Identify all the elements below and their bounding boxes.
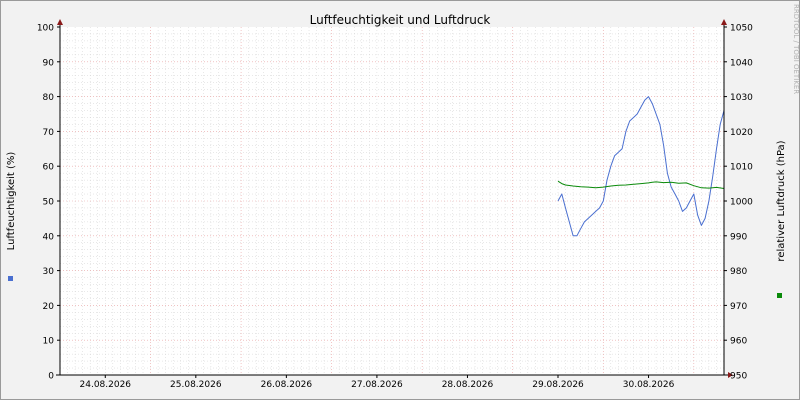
- x-tick-label: 29.08.2026: [532, 380, 584, 390]
- y2-tick-label: 950: [730, 372, 747, 382]
- y-tick-label: 50: [43, 198, 55, 208]
- y2-tick-label: 1020: [730, 128, 753, 138]
- x-tick-label: 28.08.2026: [442, 380, 494, 390]
- y-tick-label: 20: [43, 302, 55, 312]
- y2-tick-label: 960: [730, 337, 747, 347]
- y-tick-label: 30: [43, 267, 55, 277]
- y2-tick-label: 970: [730, 302, 747, 312]
- x-tick-label: 26.08.2026: [261, 380, 313, 390]
- humidity-pressure-chart: 24.08.2026 25.08.2026 26.08.2026 27.08.2026…: [0, 0, 800, 400]
- y2-tick-label: 1000: [730, 198, 753, 208]
- y-tick-label: 90: [43, 58, 55, 68]
- y-tick-label: 80: [43, 93, 55, 103]
- x-tick-label: 25.08.2026: [170, 380, 222, 390]
- x-tick-label: 30.08.2026: [623, 380, 675, 390]
- y2-tick-label: 990: [730, 232, 747, 242]
- y2-tick-label: 1030: [730, 93, 753, 103]
- y-tick-label: 70: [43, 128, 55, 138]
- y2-tick-label: 1010: [730, 163, 753, 173]
- y-tick-label: 10: [43, 337, 55, 347]
- watermark: RRDTOOL / TOBI OETIKER: [792, 4, 800, 94]
- y2-tick-label: 1050: [730, 24, 753, 34]
- y-tick-label: 100: [37, 24, 54, 34]
- y-tick-label: 40: [43, 232, 55, 242]
- x-tick-label: 27.08.2026: [351, 380, 403, 390]
- y-axis-label: Luftfeuchtigkeit (%): [6, 152, 17, 251]
- x-tick-label: 24.08.2026: [80, 380, 132, 390]
- y-tick-label: 60: [43, 163, 55, 173]
- pressure-legend-marker: [777, 293, 782, 298]
- chart-title: Luftfeuchtigkeit und Luftdruck: [310, 13, 491, 27]
- y-tick-label: 0: [48, 372, 54, 382]
- humidity-legend-marker: [8, 276, 13, 281]
- chart-panel: 24.08.2026 25.08.2026 26.08.2026 27.08.2026…: [0, 0, 800, 400]
- y2-axis-label: relativer Luftdruck (hPa): [776, 140, 787, 261]
- y2-tick-label: 1040: [730, 58, 753, 68]
- y2-tick-label: 980: [730, 267, 747, 277]
